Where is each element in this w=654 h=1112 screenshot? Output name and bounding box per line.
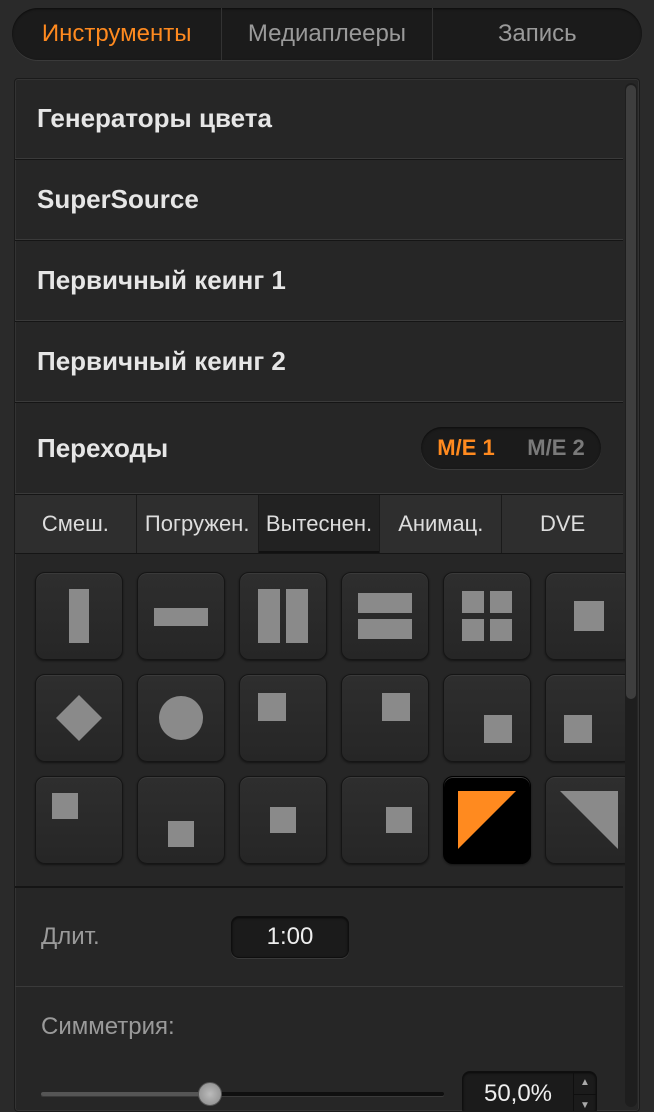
section-label: Генераторы цвета xyxy=(37,103,272,134)
section-upstream-key-1[interactable]: Первичный кеинг 1 xyxy=(15,240,623,321)
section-label: Переходы xyxy=(37,433,168,464)
section-supersource[interactable]: SuperSource xyxy=(15,159,623,240)
transition-tab-mix[interactable]: Смеш. xyxy=(15,495,137,553)
me2-button[interactable]: M/E 2 xyxy=(511,427,601,469)
duration-row: Длит. 1:00 xyxy=(15,887,623,987)
pattern-barn-vertical[interactable] xyxy=(239,572,327,660)
tools-panel: Инструменты Медиаплееры Запись Генератор… xyxy=(0,0,654,1112)
main-tab-pill: Инструменты Медиаплееры Запись xyxy=(12,8,642,60)
pattern-box-bottom-center[interactable] xyxy=(137,776,225,864)
pattern-box-bottom-left-a[interactable] xyxy=(545,674,633,762)
pattern-diagonal-tr[interactable] xyxy=(545,776,633,864)
pattern-box-bottom-right-a[interactable] xyxy=(443,674,531,762)
symmetry-slider-fill xyxy=(41,1092,210,1096)
symmetry-label: Симметрия: xyxy=(41,1013,597,1041)
section-color-generators[interactable]: Генераторы цвета xyxy=(15,79,623,159)
transition-tab-sting[interactable]: Анимац. xyxy=(380,495,502,553)
pattern-diamond[interactable] xyxy=(35,674,123,762)
panel-scroll: Генераторы цвета SuperSource Первичный к… xyxy=(15,79,639,1111)
scrollbar-thumb[interactable] xyxy=(626,85,636,699)
transition-tab-wipe[interactable]: Вытеснен. xyxy=(259,495,381,553)
duration-label: Длит. xyxy=(41,923,171,951)
panel-area: Генераторы цвета SuperSource Первичный к… xyxy=(14,78,640,1112)
symmetry-slider[interactable] xyxy=(41,1092,444,1096)
wipe-pattern-grid xyxy=(15,554,623,887)
pattern-box-right-center[interactable] xyxy=(341,776,429,864)
transition-tab-dip[interactable]: Погружен. xyxy=(137,495,259,553)
pattern-box-center-small[interactable] xyxy=(239,776,327,864)
main-tabbar: Инструменты Медиаплееры Запись xyxy=(0,0,654,60)
pattern-box-top-left-a[interactable] xyxy=(239,674,327,762)
symmetry-spinbox: 50,0% ▲ ▼ xyxy=(462,1071,597,1111)
me-toggle: M/E 1 M/E 2 xyxy=(421,427,601,469)
section-label: Первичный кеинг 1 xyxy=(37,265,286,296)
section-upstream-key-2[interactable]: Первичный кеинг 2 xyxy=(15,321,623,402)
section-label: Первичный кеинг 2 xyxy=(37,346,286,377)
pattern-diagonal-tl[interactable] xyxy=(443,776,531,864)
pattern-bar-horizontal[interactable] xyxy=(137,572,225,660)
symmetry-controls: 50,0% ▲ ▼ xyxy=(41,1071,597,1111)
symmetry-stepper: ▲ ▼ xyxy=(573,1072,596,1111)
tab-mediaplayers[interactable]: Медиаплееры xyxy=(222,8,432,60)
section-label: SuperSource xyxy=(37,184,199,215)
symmetry-step-up[interactable]: ▲ xyxy=(574,1072,596,1095)
pattern-barn-horizontal[interactable] xyxy=(341,572,429,660)
section-transitions[interactable]: Переходы M/E 1 M/E 2 xyxy=(15,402,623,494)
tab-instruments[interactable]: Инструменты xyxy=(12,8,222,60)
pattern-four-box[interactable] xyxy=(443,572,531,660)
transition-type-tabs: Смеш. Погружен. Вытеснен. Анимац. DVE xyxy=(15,494,623,554)
pattern-box-center[interactable] xyxy=(545,572,633,660)
transition-tab-dve[interactable]: DVE xyxy=(502,495,623,553)
symmetry-slider-thumb[interactable] xyxy=(198,1082,222,1106)
duration-input[interactable]: 1:00 xyxy=(231,916,349,958)
tab-record[interactable]: Запись xyxy=(433,8,642,60)
symmetry-row: Симметрия: 50,0% ▲ ▼ xyxy=(15,987,623,1111)
pattern-box-top-left-b[interactable] xyxy=(35,776,123,864)
me1-button[interactable]: M/E 1 xyxy=(421,427,511,469)
pattern-box-top-right-a[interactable] xyxy=(341,674,429,762)
scrollbar[interactable] xyxy=(625,83,637,1107)
symmetry-value[interactable]: 50,0% xyxy=(463,1072,573,1111)
symmetry-step-down[interactable]: ▼ xyxy=(574,1095,596,1112)
pattern-bar-vertical[interactable] xyxy=(35,572,123,660)
pattern-circle[interactable] xyxy=(137,674,225,762)
